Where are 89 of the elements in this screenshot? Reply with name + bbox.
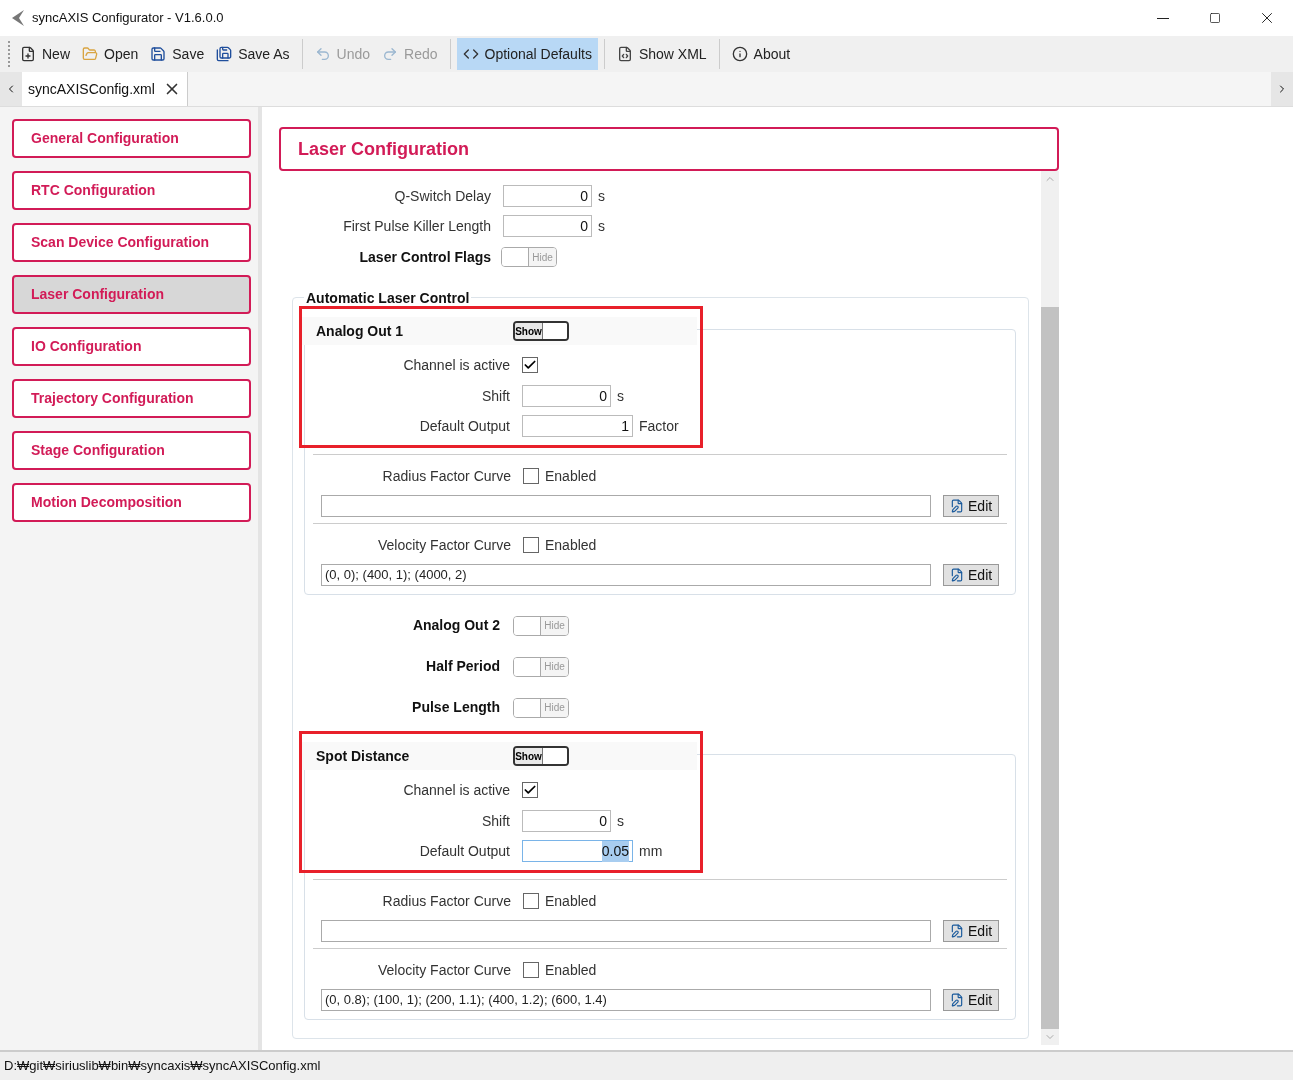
channel-label: Analog Out 2 [411,616,501,635]
curve-field[interactable]: (0, 0.8); (100, 1); (200, 1.1); (400, 1.2); (600, 1.4) [321,989,932,1011]
code-icon [462,46,479,62]
save-icon [150,46,167,62]
field-label: Channel is active [402,355,510,375]
scrollbar-thumb[interactable] [1041,307,1059,1029]
window-title: syncAXIS Configurator - V1.6.0.0 [32,9,224,28]
unit-label: Factor [639,416,679,436]
curve-field[interactable]: (0, 0); (400, 1); (4000, 2) [321,564,932,586]
check-icon [523,358,537,372]
toolbar-button[interactable]: Show XML [610,38,713,70]
save-as-icon [216,46,233,62]
curve-field[interactable] [321,495,932,517]
edit-file-icon [950,993,964,1007]
field-label: First Pulse Killer Length [342,216,491,236]
redo-icon [382,46,399,62]
field-label: Shift [481,386,510,406]
unit-label: s [617,811,624,831]
field-label: Velocity Factor Curve [376,535,511,555]
field-label: Channel is active [402,780,510,800]
curve-field[interactable] [321,920,932,942]
sidebar-item[interactable]: RTC Configuration [12,171,251,210]
channel-title: Spot Distance [315,746,411,766]
number-field[interactable]: 0 [522,385,611,407]
sidebar-item[interactable]: Trajectory Configuration [12,379,251,418]
document-tab[interactable]: syncAXISConfig.xml [22,72,188,106]
number-field[interactable]: 1 [522,415,633,437]
toolbar-button[interactable]: Optional Defaults [456,38,598,70]
checkbox[interactable] [522,357,538,373]
channel-label: Pulse Length [411,698,501,717]
sidebar-item[interactable]: IO Configuration [12,327,251,366]
field-label: Default Output [418,416,510,436]
toolbar-button[interactable]: Open [76,38,145,70]
checkbox-label: Enabled [545,891,597,911]
field-label: Q-Switch Delay [393,186,491,206]
maximize-icon [1209,12,1221,24]
field-label: Velocity Factor Curve [376,960,511,980]
checkbox[interactable] [523,893,539,909]
checkbox[interactable] [523,962,539,978]
toolbar-button[interactable]: Save As [210,38,296,70]
info-icon [731,46,748,62]
toggle-switch[interactable]: Show [513,321,569,341]
checkbox[interactable] [523,468,539,484]
toolbar-button[interactable]: Save [144,38,211,70]
toolbar-button[interactable]: New [14,38,76,70]
checkbox[interactable] [522,782,538,798]
sidebar-item[interactable]: Stage Configuration [12,431,251,470]
edit-file-icon [950,568,964,582]
checkbox[interactable] [523,537,539,553]
number-field[interactable]: 0 [503,215,592,237]
toolbar-button[interactable]: About [725,38,797,70]
new-file-icon [20,46,36,62]
field-label: Radius Factor Curve [381,466,511,486]
vertical-scrollbar[interactable] [1041,171,1059,1045]
unit-label: s [598,216,605,236]
number-field[interactable]: 0 [522,810,611,832]
scroll-left-button[interactable] [0,72,22,106]
edit-button[interactable]: Edit [943,989,999,1011]
channel-title: Analog Out 1 [315,321,405,341]
field-label: Radius Factor Curve [381,891,511,911]
number-field[interactable]: 0 [503,185,592,207]
edit-file-icon [950,924,964,938]
status-path: D:₩git₩siriuslib₩bin₩syncaxis₩syncAXISConfig.xml [4,1057,321,1076]
undo-icon [314,46,331,62]
toggle-switch[interactable]: Show [513,746,569,766]
sidebar-item[interactable]: Laser Configuration [12,275,251,314]
flags-label: Laser Control Flags [358,247,491,267]
unit-label: s [617,386,624,406]
edit-button[interactable]: Edit [943,564,999,586]
sidebar-item[interactable]: General Configuration [12,119,251,158]
checkbox-label: Enabled [545,535,597,555]
unit-label: s [598,186,605,206]
page-title: Laser Configuration [298,137,469,161]
field-label: Default Output [418,841,510,861]
folder-icon [82,46,98,62]
xml-file-icon [616,46,633,62]
sidebar-item[interactable]: Motion Decomposition [12,483,251,522]
checkbox-label: Enabled [545,466,597,486]
number-field[interactable]: 0.05 [522,840,633,862]
checkbox-label: Enabled [545,960,597,980]
edit-button[interactable]: Edit [943,920,999,942]
minimize-icon [1157,17,1169,19]
sidebar-item[interactable]: Scan Device Configuration [12,223,251,262]
unit-label: mm [639,841,663,861]
field-label: Shift [481,811,510,831]
edit-button[interactable]: Edit [943,495,999,517]
check-icon [523,783,537,797]
edit-file-icon [950,499,964,513]
channel-label: Half Period [425,657,501,676]
